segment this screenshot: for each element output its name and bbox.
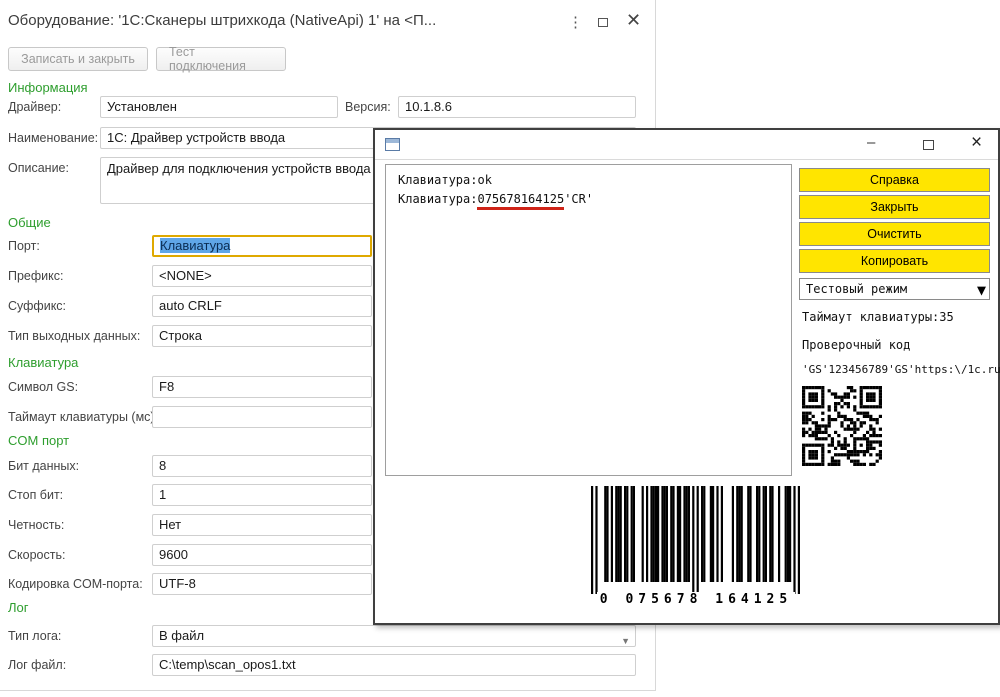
section-com: COM порт: [8, 433, 70, 448]
minimize-icon[interactable]: –: [867, 134, 875, 151]
version-label: Версия:: [345, 100, 391, 114]
log-file-label: Лог файл:: [8, 658, 67, 672]
chevron-down-icon[interactable]: ▼: [621, 631, 630, 646]
kb-timeout-field[interactable]: [152, 406, 372, 428]
section-common: Общие: [8, 215, 51, 230]
gs-char-field[interactable]: F8: [152, 376, 372, 398]
prefix-label: Префикс:: [8, 269, 64, 283]
encoding-label: Кодировка COM-порта:: [8, 577, 143, 591]
speed-label: Скорость:: [8, 548, 66, 562]
driver-label: Драйвер:: [8, 100, 62, 114]
port-label: Порт:: [8, 239, 40, 253]
section-keyboard: Клавиатура: [8, 355, 79, 370]
driver-field[interactable]: Установлен: [100, 96, 338, 118]
scanner-test-window: – × Клавиатура:ok Клавиатура:07567816412…: [373, 128, 1000, 625]
clear-button[interactable]: Очистить: [799, 222, 990, 246]
kb-timeout-readout: Таймаут клавиатуры:35: [802, 310, 954, 324]
help-button[interactable]: Справка: [799, 168, 990, 192]
barcode: 0 075678 164125: [588, 483, 804, 611]
check-code-label: Проверочный код: [802, 338, 911, 352]
parity-label: Четность:: [8, 518, 65, 532]
test-connection-button[interactable]: Тест подключения: [156, 45, 286, 73]
test-mode-value: Тестовый режим: [806, 282, 908, 296]
window-icon: [385, 138, 400, 151]
log-type-dropdown[interactable]: В файл ▼: [152, 625, 636, 647]
description-label: Описание:: [8, 161, 69, 175]
stop-bits-label: Стоп бит:: [8, 488, 64, 502]
scan-highlight-underline: 075678164125: [477, 192, 565, 210]
suffix-label: Суффикс:: [8, 299, 67, 313]
test-mode-dropdown[interactable]: Тестовый режим ▼: [799, 278, 990, 300]
data-bits-field[interactable]: 8: [152, 455, 372, 477]
speed-field[interactable]: 9600: [152, 544, 372, 566]
close-icon[interactable]: ✕: [626, 10, 641, 31]
output-type-label: Тип выходных данных:: [8, 329, 141, 343]
data-bits-label: Бит данных:: [8, 459, 80, 473]
dropdown-triangle-icon[interactable]: ▼: [977, 280, 986, 300]
log-file-field[interactable]: C:\temp\scan_opos1.txt: [152, 654, 636, 676]
copy-button[interactable]: Копировать: [799, 249, 990, 273]
close-icon[interactable]: ×: [971, 132, 982, 154]
parity-field[interactable]: Нет: [152, 514, 372, 536]
close-button[interactable]: Закрыть: [799, 195, 990, 219]
save-and-close-button[interactable]: Записать и закрыть: [8, 47, 148, 71]
scan-output-line1: Клавиатура:ok: [398, 173, 492, 187]
kb-timeout-label: Таймаут клавиатуры (мс):: [8, 410, 159, 424]
section-log: Лог: [8, 600, 29, 615]
more-menu-icon[interactable]: ⋮: [568, 13, 583, 31]
encoding-field[interactable]: UTF-8: [152, 573, 372, 595]
prefix-field[interactable]: <NONE>: [152, 265, 372, 287]
gs-char-label: Символ GS:: [8, 380, 79, 394]
log-type-label: Тип лога:: [8, 629, 62, 643]
qr-code: [802, 386, 882, 466]
maximize-icon[interactable]: [598, 18, 608, 27]
scan-output-panel[interactable]: Клавиатура:ok Клавиатура:075678164125'CR…: [385, 164, 792, 476]
barcode-digits: 0 075678 164125: [588, 592, 804, 607]
section-info: Информация: [8, 80, 88, 95]
name-label: Наименование:: [8, 131, 99, 145]
port-field[interactable]: Клавиатура: [152, 235, 372, 257]
suffix-field[interactable]: auto CRLF: [152, 295, 372, 317]
check-code-value: 'GS'123456789'GS'https:\/1c.ru'GS': [802, 363, 1000, 376]
stop-bits-field[interactable]: 1: [152, 484, 372, 506]
test-window-titlebar: – ×: [375, 130, 998, 160]
window-title: Оборудование: '1С:Сканеры штрихкода (Nat…: [8, 12, 437, 29]
scan-output-line2: Клавиатура:075678164125'CR': [398, 192, 593, 210]
version-field[interactable]: 10.1.8.6: [398, 96, 636, 118]
port-selected-text: Клавиатура: [160, 238, 231, 253]
log-type-value: В файл: [159, 628, 205, 643]
maximize-icon[interactable]: [923, 140, 934, 150]
output-type-field[interactable]: Строка: [152, 325, 372, 347]
